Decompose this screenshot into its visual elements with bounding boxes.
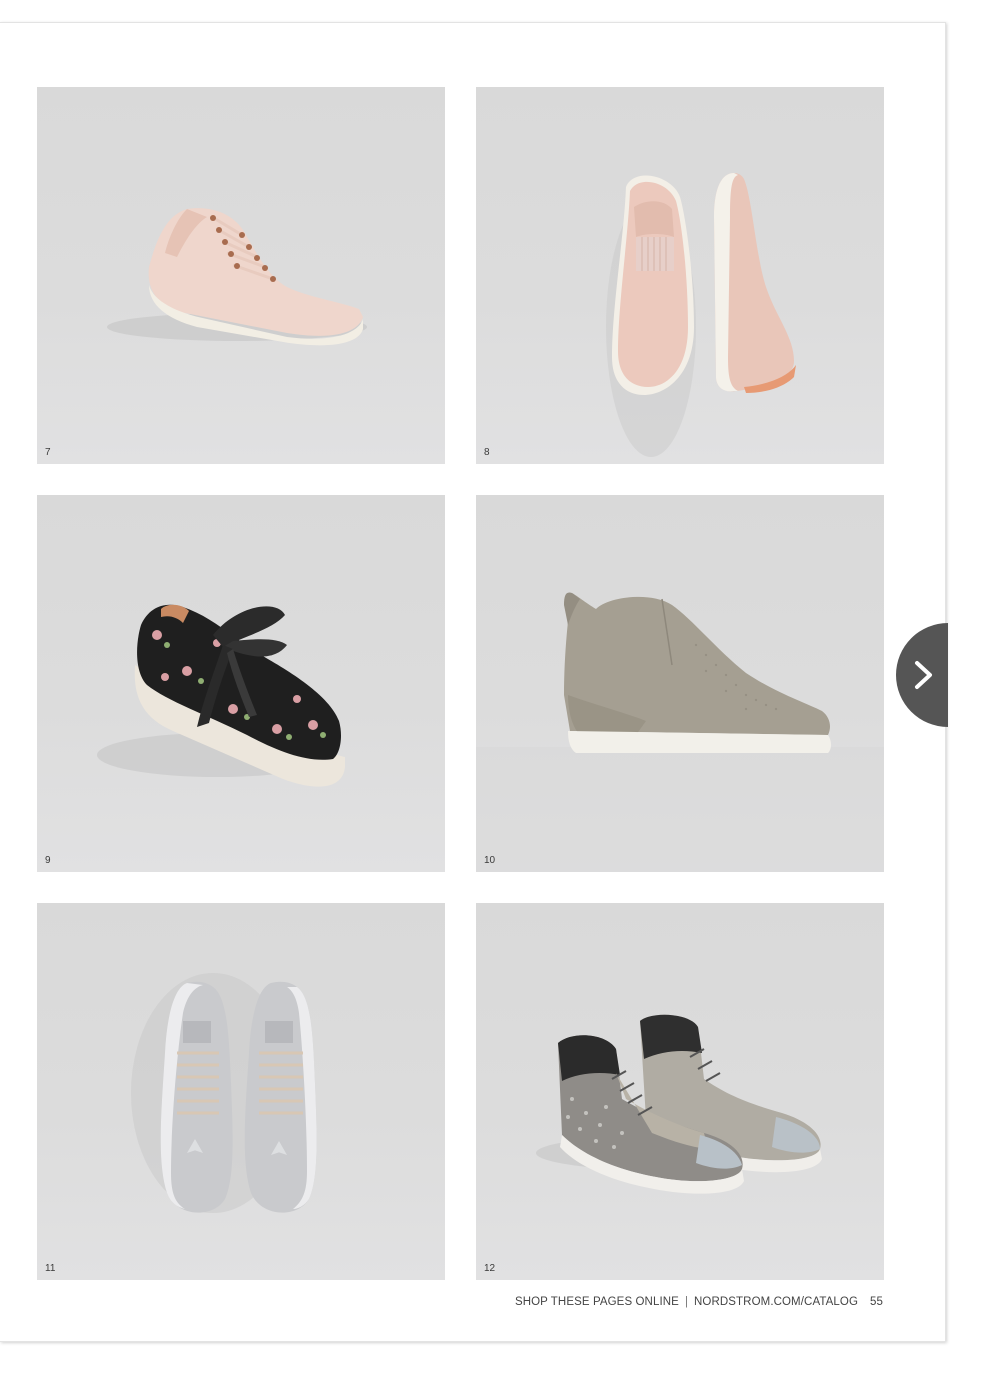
catalog-site-link[interactable]: NORDSTROM.COM/CATALOG: [694, 1296, 858, 1308]
tile-number: 10: [484, 855, 496, 866]
glitter-high-top-sneaker-image: [536, 1014, 822, 1194]
product-tile-12[interactable]: 12: [476, 903, 884, 1280]
floral-ribbon-lace-sneaker-image: [97, 604, 345, 787]
product-tile-9[interactable]: 9: [37, 495, 445, 872]
page-footer: SHOP THESE PAGES ONLINE | NORDSTROM.COM/CA…: [515, 1296, 883, 1308]
tile-number: 12: [484, 1263, 496, 1274]
product-tile-10[interactable]: 10: [476, 495, 884, 872]
tile-number: 11: [45, 1263, 56, 1274]
page-number: 55: [870, 1296, 883, 1308]
footer-separator: |: [684, 1296, 689, 1308]
taupe-wedge-sneaker-image: [476, 592, 884, 872]
blush-scallop-slip-on-sneaker-image: [606, 173, 796, 457]
tile-number: 9: [45, 855, 51, 866]
shop-pages-text: SHOP THESE PAGES ONLINE: [514, 1296, 679, 1308]
tile-number: 7: [45, 447, 51, 458]
product-tile-8[interactable]: 8: [476, 87, 884, 464]
silver-metallic-sneaker-image: [131, 973, 317, 1213]
chevron-right-icon: [915, 661, 932, 689]
catalog-viewer: 7 8 9 10 11 12 SHOP THESE PAGES ONLINE |…: [0, 0, 984, 1374]
blush-low-top-sneaker-image: [107, 208, 367, 346]
product-tile-7[interactable]: 7: [37, 87, 445, 464]
catalog-page: 7 8 9 10 11 12 SHOP THESE PAGES ONLINE |…: [0, 22, 946, 1342]
tile-number: 8: [484, 447, 490, 458]
product-tile-11[interactable]: 11: [37, 903, 445, 1280]
